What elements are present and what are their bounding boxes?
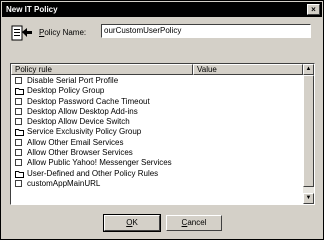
- checkbox[interactable]: [15, 159, 22, 167]
- policy-rule-label: customAppMainURL: [27, 178, 101, 188]
- policy-rule-label: Desktop Allow Desktop Add-ins: [27, 106, 138, 116]
- folder-icon: [15, 128, 24, 137]
- checkbox[interactable]: [15, 107, 22, 115]
- scroll-up-button[interactable]: ▲: [303, 64, 314, 75]
- title-bar: New IT Policy ×: [2, 2, 322, 17]
- arrow-down-icon: ▼: [305, 195, 312, 201]
- policy-rule-label: User-Defined and Other Policy Rules: [27, 168, 159, 178]
- checkbox[interactable]: [15, 77, 22, 84]
- scroll-thumb[interactable]: [303, 75, 314, 187]
- close-button[interactable]: ×: [307, 4, 320, 15]
- checkbox[interactable]: [15, 179, 22, 187]
- policy-rule-label: Desktop Policy Group: [27, 86, 105, 96]
- policy-rule-label: Service Exclusivity Policy Group: [27, 127, 142, 137]
- folder-icon: [15, 87, 24, 96]
- window-title: New IT Policy: [6, 5, 58, 14]
- policy-rule-rows: Disable Serial Port Profile Desktop Polic…: [13, 76, 301, 189]
- policy-rule-row[interactable]: Desktop Allow Device Switch: [13, 117, 301, 127]
- scroll-down-button[interactable]: ▼: [303, 193, 314, 204]
- policy-rule-row[interactable]: Desktop Allow Desktop Add-ins: [13, 107, 301, 117]
- ok-button[interactable]: OK: [103, 214, 161, 232]
- folder-icon: [15, 170, 24, 178]
- vertical-scrollbar[interactable]: ▲ ▼: [303, 64, 314, 204]
- checkbox[interactable]: [15, 118, 22, 126]
- cancel-button[interactable]: Cancel: [166, 215, 222, 231]
- close-icon: ×: [311, 5, 316, 14]
- policy-rule-row[interactable]: Desktop Password Cache Timeout: [13, 97, 301, 107]
- checkbox[interactable]: [15, 97, 22, 105]
- policy-rule-row[interactable]: Disable Serial Port Profile: [13, 76, 301, 86]
- policy-name-label: Policy Name:: [39, 28, 87, 37]
- policy-rule-row[interactable]: Allow Other Browser Services: [13, 148, 301, 158]
- policy-rule-label: Allow Other Browser Services: [27, 148, 133, 158]
- column-header-value[interactable]: Value: [193, 64, 303, 75]
- policy-rules-list[interactable]: Policy rule Value Disable Serial Port Pr…: [10, 63, 315, 205]
- policy-rule-label: Allow Other Email Services: [27, 137, 124, 147]
- policy-rule-row[interactable]: Allow Public Yahoo! Messenger Services: [13, 158, 301, 168]
- policy-rule-label: Desktop Allow Device Switch: [27, 117, 130, 127]
- arrow-up-icon: ▲: [305, 66, 312, 72]
- policy-rule-row[interactable]: customAppMainURL: [13, 179, 301, 189]
- policy-rule-row[interactable]: Desktop Policy Group: [13, 86, 301, 96]
- new-it-policy-dialog: New IT Policy × Policy Name: ourCustomUs…: [0, 0, 324, 240]
- policy-rule-row[interactable]: Allow Other Email Services: [13, 138, 301, 148]
- list-header: Policy rule Value: [11, 64, 303, 75]
- checkbox[interactable]: [15, 138, 22, 146]
- policy-rule-label: Desktop Password Cache Timeout: [27, 96, 150, 106]
- policy-rule-label: Disable Serial Port Profile: [27, 76, 119, 85]
- policy-rule-row[interactable]: User-Defined and Other Policy Rules: [13, 169, 301, 179]
- checkbox[interactable]: [15, 149, 22, 157]
- policy-rule-label: Allow Public Yahoo! Messenger Services: [27, 158, 172, 168]
- column-header-policy-rule[interactable]: Policy rule: [11, 64, 193, 75]
- policy-icon: [11, 23, 33, 43]
- policy-name-value: ourCustomUserPolicy: [104, 26, 182, 35]
- policy-name-input[interactable]: ourCustomUserPolicy: [101, 24, 311, 38]
- policy-rule-row[interactable]: Service Exclusivity Policy Group: [13, 127, 301, 137]
